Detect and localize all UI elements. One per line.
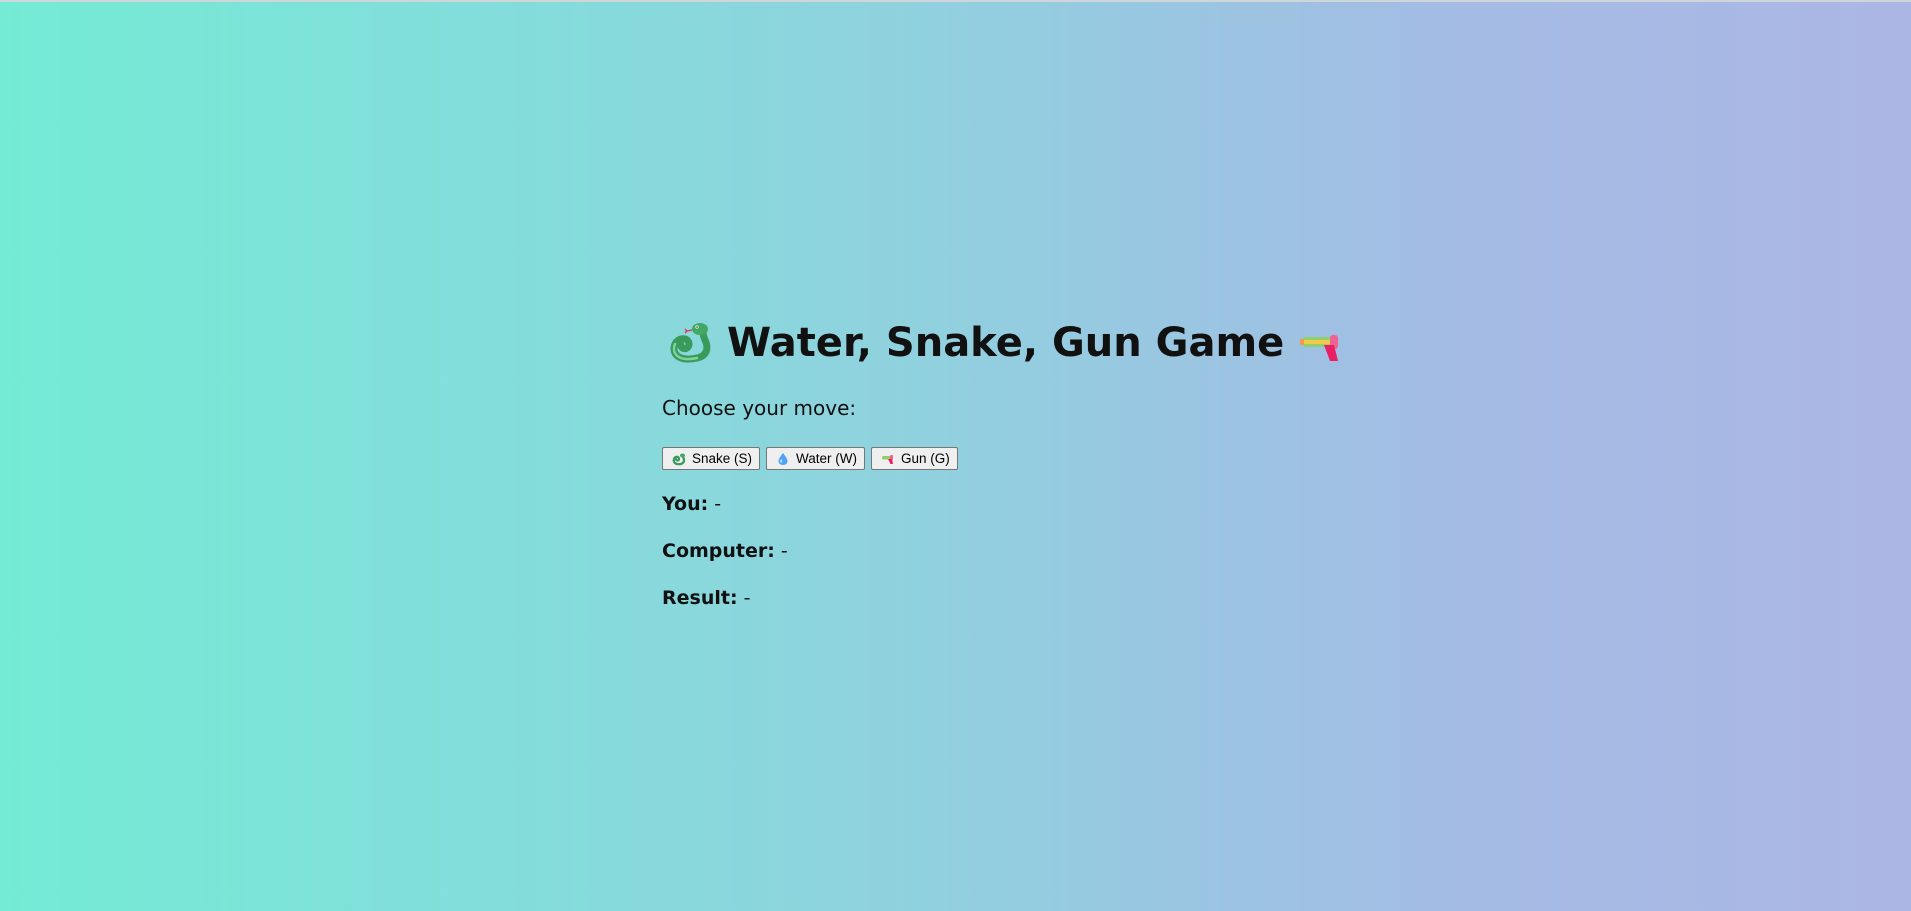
result-row: Result: - bbox=[662, 587, 1262, 611]
page-title: Water, Snake, Gun Game bbox=[727, 320, 1285, 366]
player-move-label: You: bbox=[662, 493, 709, 515]
player-move-value: - bbox=[714, 493, 722, 515]
player-move-row: You: - bbox=[662, 493, 1262, 517]
choose-move-prompt: Choose your move: bbox=[662, 396, 857, 420]
move-buttons: Snake (S) Water (W) Gun (G) bbox=[662, 447, 1262, 470]
computer-move-label: Computer: bbox=[662, 540, 775, 562]
water-gun-icon bbox=[881, 452, 895, 466]
snake-icon bbox=[672, 452, 686, 466]
water-drop-icon bbox=[776, 452, 790, 466]
computer-move-row: Computer: - bbox=[662, 540, 1262, 564]
snake-icon bbox=[667, 320, 713, 366]
computer-move-value: - bbox=[780, 540, 788, 562]
snake-move-button[interactable]: Snake (S) bbox=[662, 447, 761, 470]
water-gun-icon bbox=[1300, 331, 1344, 365]
result-value: - bbox=[743, 587, 751, 609]
title-row: Water, Snake, Gun Game bbox=[662, 318, 1339, 368]
result-label: Result: bbox=[662, 587, 738, 609]
gun-move-button[interactable]: Gun (G) bbox=[871, 447, 958, 470]
window-top-border bbox=[0, 0, 1911, 2]
snake-move-label: Snake (S) bbox=[692, 451, 753, 466]
game-container: Water, Snake, Gun Game Choose your move:… bbox=[662, 318, 1339, 611]
gun-move-label: Gun (G) bbox=[901, 451, 950, 466]
water-move-button[interactable]: Water (W) bbox=[766, 447, 866, 470]
water-move-label: Water (W) bbox=[796, 451, 858, 466]
